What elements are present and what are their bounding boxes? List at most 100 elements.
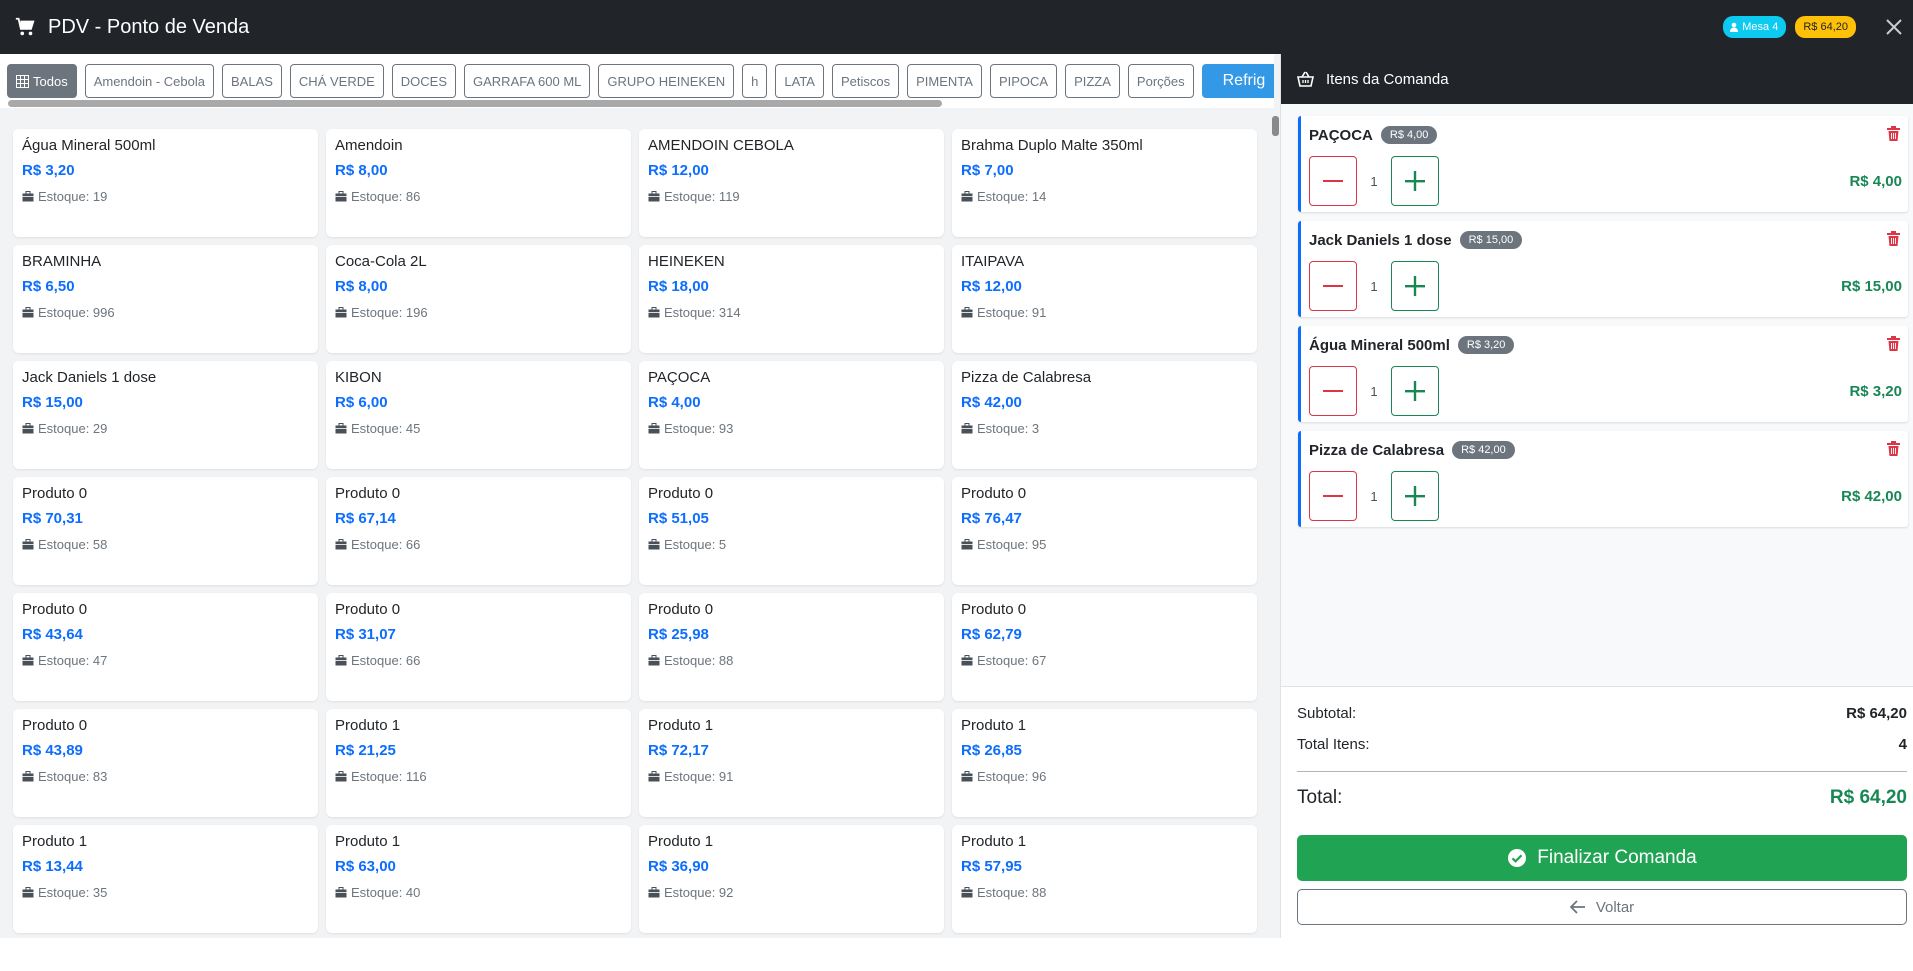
order-item-header: Água Mineral 500ml R$ 3,20 (1309, 336, 1515, 354)
qty-input[interactable]: 1 (1357, 471, 1391, 521)
product-name: Produto 1 (961, 717, 1027, 734)
category-tab[interactable]: Petiscos (831, 64, 900, 98)
category-tab[interactable]: BALAS (222, 64, 282, 98)
product-panel: Todos Amendoin - Cebola BALAS CHÁ VERDE DOCE… (0, 54, 1280, 938)
product-price: R$ 31,07 (335, 626, 396, 643)
category-tab[interactable]: PIMENTA (907, 64, 982, 98)
category-tab[interactable]: Amendoin - Cebola (84, 64, 214, 98)
back-button[interactable]: Voltar (1297, 889, 1907, 925)
category-label: Petiscos (840, 73, 891, 89)
order-item-header: Jack Daniels 1 dose R$ 15,00 (1309, 231, 1523, 249)
product-stock-label: Estoque: 95 (977, 537, 1047, 552)
product-card[interactable]: KIBON R$ 6,00 Estoque: 45 (326, 361, 631, 469)
order-item-unit-price: R$ 3,20 (1457, 336, 1515, 354)
product-card[interactable]: Jack Daniels 1 dose R$ 15,00 Estoque: 29 (13, 361, 318, 469)
category-tab[interactable]: DOCES (391, 64, 457, 98)
decrease-qty-button[interactable] (1309, 366, 1357, 416)
product-card[interactable]: Produto 0 R$ 51,05 Estoque: 5 (639, 477, 944, 585)
product-card[interactable]: Produto 0 R$ 25,98 Estoque: 88 (639, 593, 944, 701)
product-card[interactable]: Produto 0 R$ 76,47 Estoque: 95 (952, 477, 1257, 585)
vertical-scrollbar[interactable] (1272, 116, 1279, 136)
product-card[interactable]: Produto 0 R$ 62,79 Estoque: 67 (952, 593, 1257, 701)
category-tab[interactable]: GARRAFA 600 ML (464, 64, 591, 98)
category-tab[interactable]: PIPOCA (989, 64, 1058, 98)
box-icon (961, 655, 973, 666)
product-price: R$ 72,17 (648, 742, 709, 759)
box-icon (335, 655, 347, 666)
category-tab[interactable]: CHÁ VERDE (289, 64, 384, 98)
box-icon (648, 655, 660, 666)
increase-qty-button[interactable] (1391, 261, 1439, 311)
product-name: Produto 0 (22, 717, 88, 734)
category-tab[interactable]: PIZZA (1065, 64, 1120, 98)
product-stock-label: Estoque: 88 (977, 885, 1047, 900)
product-card[interactable]: Produto 1 R$ 63,00 Estoque: 40 (326, 825, 631, 933)
trash-icon[interactable] (1887, 441, 1900, 456)
order-item-total: R$ 4,00 (1849, 173, 1902, 190)
qty-input[interactable]: 1 (1357, 366, 1391, 416)
category-tab[interactable]: LATA (775, 64, 824, 98)
product-card[interactable]: Produto 1 R$ 57,95 Estoque: 88 (952, 825, 1257, 933)
horizontal-scrollbar[interactable] (8, 100, 942, 107)
product-price: R$ 4,00 (648, 394, 701, 411)
finalize-order-button[interactable]: Finalizar Comanda (1297, 835, 1907, 881)
subtotal-row: Subtotal: R$ 64,20 (1297, 705, 1907, 722)
total-badge: R$ 64,20 (1795, 16, 1856, 38)
qty-input[interactable]: 1 (1357, 156, 1391, 206)
decrease-qty-button[interactable] (1309, 261, 1357, 311)
order-item: Jack Daniels 1 dose R$ 15,00 1 R$ 15,00 (1298, 221, 1908, 317)
category-tab[interactable]: h (742, 64, 768, 98)
product-card[interactable]: Brahma Duplo Malte 350ml R$ 7,00 Estoque: … (952, 129, 1257, 237)
product-price: R$ 12,00 (648, 162, 709, 179)
product-card[interactable]: Produto 1 R$ 13,44 Estoque: 35 (13, 825, 318, 933)
category-label: PIMENTA (916, 73, 973, 89)
order-item-total: R$ 3,20 (1849, 383, 1902, 400)
total-row: Total: R$ 64,20 (1297, 787, 1907, 809)
close-icon[interactable] (1883, 16, 1905, 38)
product-name: Produto 0 (648, 601, 714, 618)
qty-input[interactable]: 1 (1357, 261, 1391, 311)
product-card[interactable]: PAÇOCA R$ 4,00 Estoque: 93 (639, 361, 944, 469)
decrease-qty-button[interactable] (1309, 471, 1357, 521)
product-card[interactable]: BRAMINHA R$ 6,50 Estoque: 996 (13, 245, 318, 353)
product-card[interactable]: Produto 0 R$ 67,14 Estoque: 66 (326, 477, 631, 585)
product-stock: Estoque: 92 (648, 885, 935, 900)
box-icon (648, 771, 660, 782)
product-card[interactable]: Coca-Cola 2L R$ 8,00 Estoque: 196 (326, 245, 631, 353)
trash-icon[interactable] (1887, 231, 1900, 246)
product-card[interactable]: Produto 0 R$ 43,64 Estoque: 47 (13, 593, 318, 701)
category-tab[interactable]: Refrig (1201, 64, 1274, 98)
product-card[interactable]: HEINEKEN R$ 18,00 Estoque: 314 (639, 245, 944, 353)
grid-icon (16, 74, 29, 88)
product-card[interactable]: Produto 0 R$ 70,31 Estoque: 58 (13, 477, 318, 585)
finalize-order-label: Finalizar Comanda (1537, 847, 1697, 868)
increase-qty-button[interactable] (1391, 156, 1439, 206)
product-card[interactable]: Pizza de Calabresa R$ 42,00 Estoque: 3 (952, 361, 1257, 469)
product-card[interactable]: Produto 1 R$ 26,85 Estoque: 96 (952, 709, 1257, 817)
increase-qty-button[interactable] (1391, 366, 1439, 416)
product-card[interactable]: Produto 1 R$ 72,17 Estoque: 91 (639, 709, 944, 817)
product-price: R$ 43,64 (22, 626, 83, 643)
product-card[interactable]: AMENDOIN CEBOLA R$ 12,00 Estoque: 119 (639, 129, 944, 237)
category-tab[interactable]: GRUPO HEINEKEN (598, 64, 735, 98)
decrease-qty-button[interactable] (1309, 156, 1357, 206)
product-name: Produto 0 (335, 601, 401, 618)
trash-icon[interactable] (1887, 336, 1900, 351)
category-tab[interactable]: Todos (7, 64, 77, 98)
product-card[interactable]: Produto 0 R$ 43,89 Estoque: 83 (13, 709, 318, 817)
increase-qty-button[interactable] (1391, 471, 1439, 521)
product-card[interactable]: Água Mineral 500ml R$ 3,20 Estoque: 19 (13, 129, 318, 237)
product-stock-label: Estoque: 86 (351, 189, 421, 204)
product-name: Produto 1 (335, 833, 401, 850)
category-label: Refrig (1222, 72, 1266, 89)
product-card[interactable]: Produto 1 R$ 21,25 Estoque: 116 (326, 709, 631, 817)
product-card[interactable]: Produto 0 R$ 31,07 Estoque: 66 (326, 593, 631, 701)
product-card[interactable]: Amendoin R$ 8,00 Estoque: 86 (326, 129, 631, 237)
product-name: Produto 0 (961, 485, 1027, 502)
product-card[interactable]: ITAIPAVA R$ 12,00 Estoque: 91 (952, 245, 1257, 353)
category-tab[interactable]: Porções (1127, 64, 1194, 98)
trash-icon[interactable] (1887, 126, 1900, 141)
box-icon (335, 191, 347, 202)
product-stock-label: Estoque: 91 (977, 305, 1047, 320)
product-card[interactable]: Produto 1 R$ 36,90 Estoque: 92 (639, 825, 944, 933)
